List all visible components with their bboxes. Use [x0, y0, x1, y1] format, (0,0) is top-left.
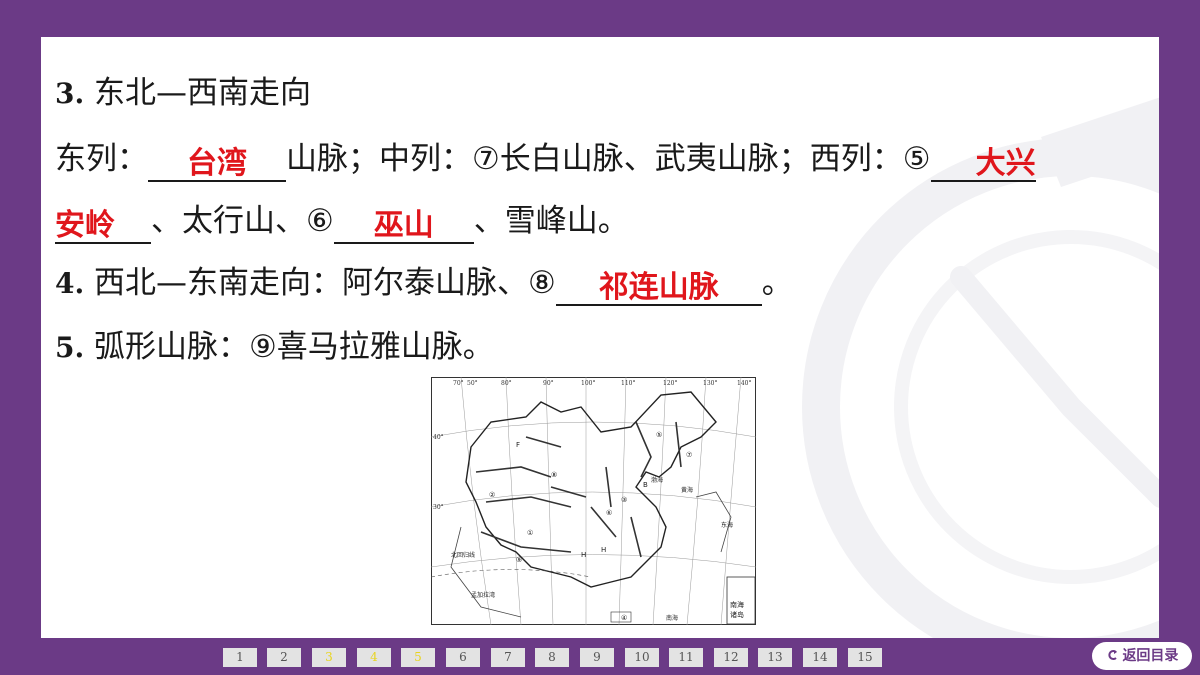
- page-9[interactable]: 9: [580, 648, 614, 667]
- page-15[interactable]: 15: [848, 648, 882, 667]
- svg-text:⑧: ⑧: [551, 471, 557, 479]
- map-label-70: 70°: [453, 380, 464, 387]
- section3-line3: 安岭 、太行山、⑥ 巫山 、雪峰山。: [55, 201, 629, 244]
- back-to-contents-button[interactable]: 返回目录: [1092, 642, 1192, 670]
- section4-answer: 祁连山脉: [598, 270, 719, 305]
- section4-blank: 祁连山脉: [555, 270, 762, 306]
- west-answer-1: 大兴: [975, 146, 1036, 181]
- west-answer-2: 安岭: [55, 208, 115, 243]
- svg-text:130°: 130°: [703, 380, 717, 387]
- section4-line: 4. 西北—东南走向：阿尔泰山脉、⑧ 祁连山脉。: [55, 265, 793, 306]
- svg-text:H: H: [601, 546, 606, 554]
- section4-number: 4: [55, 267, 75, 300]
- six-answer: 巫山: [373, 208, 434, 243]
- page-7[interactable]: 7: [491, 648, 525, 667]
- page-2[interactable]: 2: [267, 648, 301, 667]
- section5-number: 5: [55, 331, 75, 364]
- svg-text:40°: 40°: [433, 434, 444, 441]
- svg-text:黄海: 黄海: [681, 486, 693, 494]
- page-13[interactable]: 13: [758, 648, 792, 667]
- east-suffix: 山脉；中列：⑦长白山脉、武夷山脉；西列：⑤: [286, 141, 931, 177]
- return-arrow-icon: [1106, 648, 1123, 664]
- svg-text:H: H: [581, 551, 586, 559]
- six-blank: 巫山: [333, 208, 474, 244]
- svg-text:120°: 120°: [663, 380, 677, 387]
- svg-text:⑥: ⑥: [606, 509, 612, 517]
- svg-text:④: ④: [621, 614, 627, 622]
- svg-text:⑦: ⑦: [686, 451, 692, 459]
- svg-text:⑨: ⑨: [516, 556, 522, 564]
- svg-text:140°: 140°: [737, 380, 751, 387]
- page-6[interactable]: 6: [446, 648, 480, 667]
- section3-heading: 3. 东北—西南走向: [55, 75, 311, 111]
- page-12[interactable]: 12: [714, 648, 748, 667]
- svg-text:100°: 100°: [581, 380, 595, 387]
- svg-text:B: B: [643, 481, 648, 489]
- svg-text:渤海: 渤海: [651, 476, 663, 484]
- svg-text:北回归线: 北回归线: [451, 551, 475, 559]
- page-8[interactable]: 8: [535, 648, 569, 667]
- west-blank-2: 安岭: [55, 208, 151, 244]
- section5-text: 弧形山脉：⑨喜马拉雅山脉。: [93, 329, 494, 365]
- svg-text:诸岛: 诸岛: [730, 610, 744, 619]
- svg-text:东海: 东海: [721, 521, 733, 529]
- page-1[interactable]: 1: [223, 648, 257, 667]
- svg-text:南海: 南海: [666, 614, 678, 622]
- page-5[interactable]: 5: [401, 648, 435, 667]
- svg-text:孟加拉湾: 孟加拉湾: [471, 591, 495, 599]
- svg-text:90°: 90°: [543, 380, 554, 387]
- end-text: 、雪峰山。: [473, 203, 629, 239]
- svg-text:③: ③: [621, 496, 627, 504]
- back-label: 返回目录: [1122, 648, 1179, 664]
- china-mountains-map: 70° 50° 80° 90° 100° 110° 120° 130° 140°…: [431, 377, 756, 625]
- page-11[interactable]: 11: [669, 648, 703, 667]
- middle-text: 、太行山、⑥: [151, 203, 334, 239]
- svg-text:110°: 110°: [621, 380, 635, 387]
- section3-line2: 东列： 台湾 山脉；中列：⑦长白山脉、武夷山脉；西列：⑤ 大兴: [55, 139, 1036, 182]
- east-blank: 台湾: [148, 146, 286, 182]
- svg-text:①: ①: [527, 529, 533, 537]
- section3-number: 3: [55, 77, 75, 110]
- svg-text:⑤: ⑤: [656, 431, 662, 439]
- svg-text:南海: 南海: [730, 600, 744, 609]
- section5-line: 5. 弧形山脉：⑨喜马拉雅山脉。: [55, 329, 494, 365]
- section4-text: 西北—东南走向：阿尔泰山脉、⑧: [93, 265, 556, 301]
- page-3[interactable]: 3: [312, 648, 346, 667]
- svg-text:F: F: [516, 441, 520, 449]
- svg-text:50°: 50°: [467, 380, 478, 387]
- east-answer: 台湾: [187, 146, 247, 181]
- section4-end: 。: [761, 265, 793, 301]
- east-label: 东列：: [55, 141, 148, 177]
- content-card: 3. 东北—西南走向 东列： 台湾 山脉；中列：⑦长白山脉、武夷山脉；西列：⑤ 大兴 …: [41, 37, 1159, 638]
- page-14[interactable]: 14: [803, 648, 837, 667]
- svg-text:②: ②: [489, 491, 495, 499]
- svg-text:80°: 80°: [501, 380, 512, 387]
- svg-text:30°: 30°: [433, 504, 444, 511]
- page-10[interactable]: 10: [625, 648, 659, 667]
- section3-heading-text: 东北—西南走向: [93, 75, 311, 111]
- west-blank-1: 大兴: [930, 146, 1036, 182]
- page-4[interactable]: 4: [357, 648, 391, 667]
